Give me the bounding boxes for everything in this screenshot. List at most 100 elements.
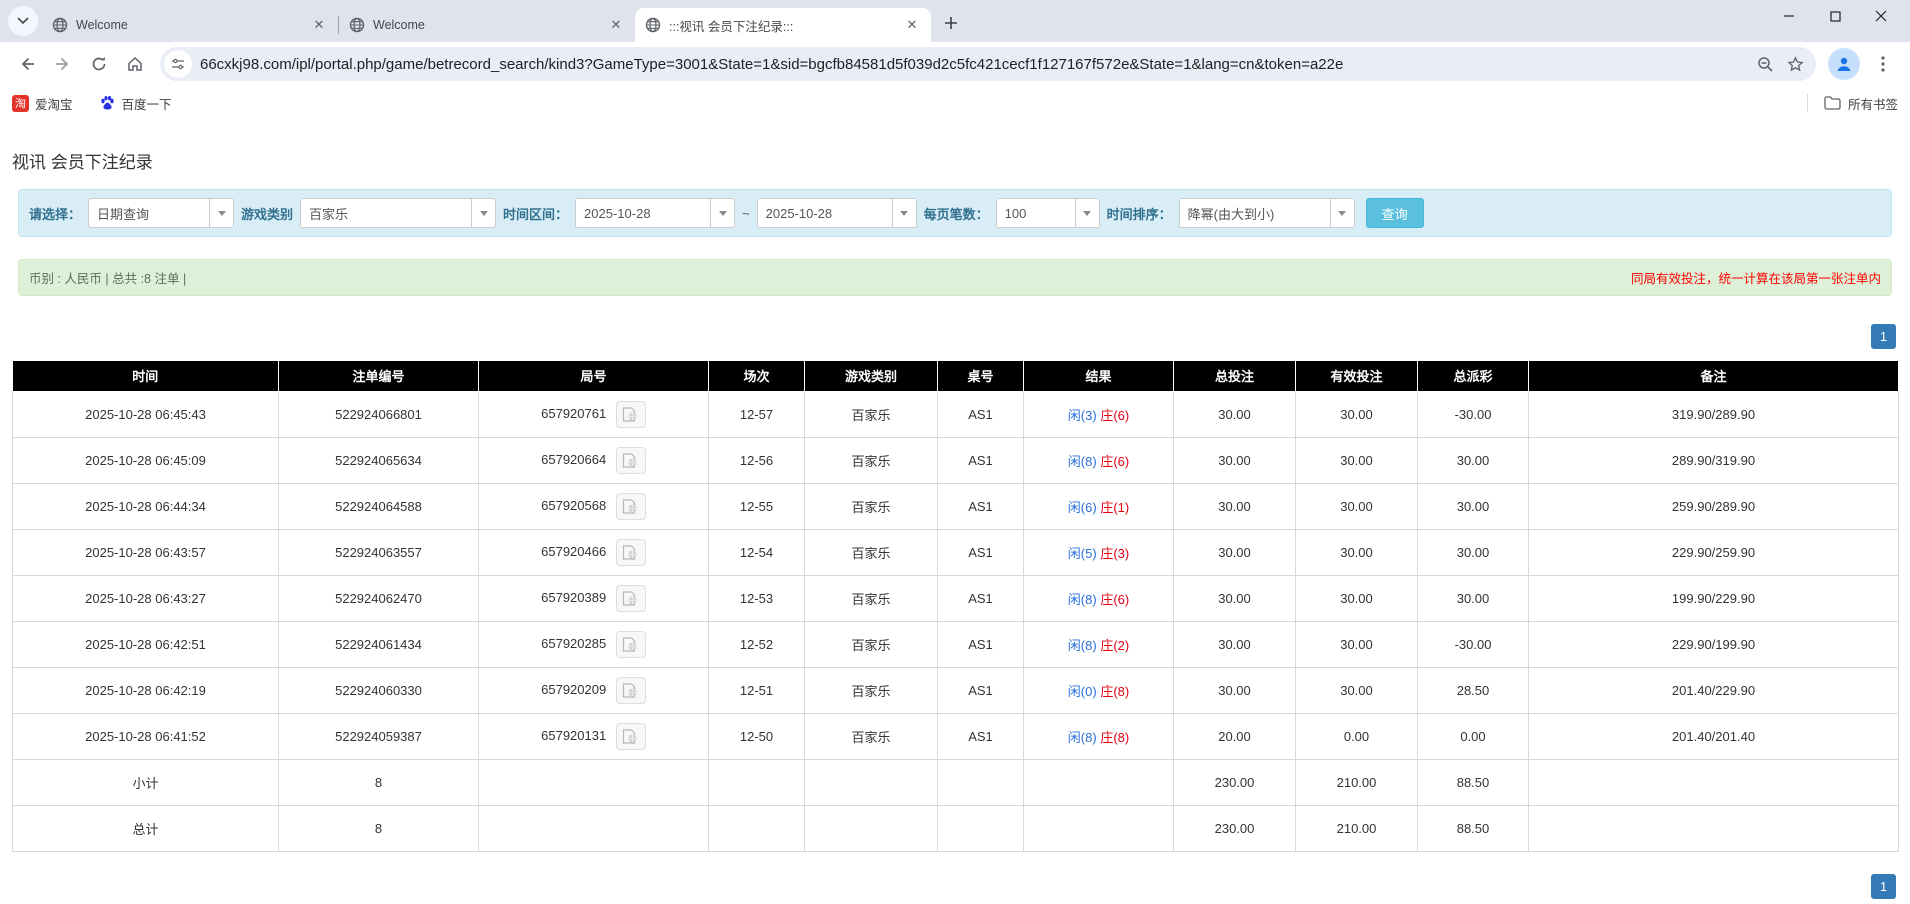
browser-tab[interactable]: Welcome ✕ [339, 8, 635, 42]
person-icon [1837, 57, 1851, 71]
cell-game-type: 百家乐 [804, 436, 938, 484]
new-tab-button[interactable] [937, 9, 965, 37]
cell-session: 12-50 [708, 712, 805, 760]
cell-round-id: 657920131 [478, 712, 709, 760]
bookmark-label: 百度一下 [121, 97, 172, 112]
tab-close-button[interactable]: ✕ [310, 16, 328, 34]
profile-avatar-button[interactable] [1828, 48, 1860, 80]
back-button[interactable] [10, 47, 44, 81]
column-header: 桌号 [937, 361, 1024, 392]
total-payout: 88.50 [1417, 804, 1529, 852]
pagination-bottom: 1 [0, 873, 1910, 899]
site-info-button[interactable] [164, 50, 192, 78]
page-number-button[interactable]: 1 [1871, 324, 1896, 349]
cell-bet-id: 522924059387 [278, 712, 479, 760]
address-bar[interactable]: 66cxkj98.com/ipl/portal.php/game/betreco… [160, 47, 1816, 81]
home-button[interactable] [118, 47, 152, 81]
cell-result: 闲(8) 庄(6) [1023, 436, 1174, 484]
kebab-menu-icon [1881, 56, 1885, 72]
cell-total-bet[interactable]: 20.00 [1173, 712, 1296, 760]
cell-session: 12-55 [708, 482, 805, 530]
result-player-text: 闲(8) [1067, 637, 1097, 653]
cell-game-type: 百家乐 [804, 620, 938, 668]
result-banker-text: 庄(6) [1100, 407, 1130, 423]
total-row: 总计 8 230.00 210.00 88.50 [12, 804, 1899, 852]
round-id-text: 657920761 [541, 405, 607, 421]
cell-bet-id: 522924066801 [278, 390, 479, 438]
video-replay-button[interactable] [615, 722, 646, 750]
cell-round-id: 657920285 [478, 620, 709, 668]
sort-select[interactable]: 降幂(由大到小) [1178, 198, 1355, 228]
reload-button[interactable] [82, 47, 116, 81]
cell-total-bet[interactable]: 30.00 [1173, 528, 1296, 576]
video-replay-button[interactable] [615, 492, 646, 520]
tab-list: Welcome ✕ Welcome ✕ :::视讯 会员下注纪录::: ✕ [42, 0, 931, 42]
cell-payout: -30.00 [1417, 620, 1529, 668]
cell-valid-bet: 0.00 [1295, 712, 1418, 760]
video-replay-button[interactable] [615, 584, 646, 612]
browser-toolbar: 66cxkj98.com/ipl/portal.php/game/betreco… [0, 42, 1910, 86]
game-type-select[interactable]: 百家乐 [300, 198, 497, 228]
browser-tab[interactable]: :::视讯 会员下注纪录::: ✕ [635, 8, 931, 42]
empty-cell [937, 758, 1024, 806]
cell-total-bet[interactable]: 30.00 [1173, 390, 1296, 438]
all-bookmarks-button[interactable]: 所有书签 [1824, 94, 1898, 113]
bookmark-taobao[interactable]: 淘 爱淘宝 [12, 94, 73, 113]
subtotal-label: 小计 [12, 758, 279, 806]
video-replay-icon [623, 636, 637, 652]
video-replay-button[interactable] [615, 446, 646, 474]
subtotal-count: 8 [278, 758, 479, 806]
bookmark-star-button[interactable] [1780, 49, 1810, 79]
cell-session: 12-52 [708, 620, 805, 668]
video-replay-button[interactable] [615, 400, 646, 428]
column-header: 总投注 [1173, 361, 1296, 392]
browser-tab[interactable]: Welcome ✕ [42, 8, 338, 42]
tab-search-button[interactable] [8, 6, 38, 36]
search-button[interactable]: 查询 [1365, 198, 1424, 228]
cell-total-bet[interactable]: 30.00 [1173, 620, 1296, 668]
column-header: 备注 [1528, 361, 1899, 392]
reload-icon [92, 56, 106, 71]
browser-menu-button[interactable] [1866, 47, 1900, 81]
minimize-icon [1784, 15, 1794, 17]
maximize-button[interactable] [1812, 0, 1858, 32]
cell-time: 2025-10-28 06:43:27 [12, 574, 279, 622]
cell-round-id: 657920664 [478, 436, 709, 484]
result-banker-text: 庄(8) [1100, 683, 1130, 699]
per-page-select[interactable]: 100 [995, 198, 1100, 228]
total-total-bet: 230.00 [1173, 804, 1296, 852]
cell-payout: 30.00 [1417, 436, 1529, 484]
video-replay-button[interactable] [615, 630, 646, 658]
cell-valid-bet: 30.00 [1295, 528, 1418, 576]
minimize-button[interactable] [1766, 0, 1812, 32]
cell-time: 2025-10-28 06:44:34 [12, 482, 279, 530]
video-replay-button[interactable] [615, 538, 646, 566]
date-from-select[interactable]: 2025-10-28 [575, 198, 736, 228]
page-number-button[interactable]: 1 [1871, 873, 1896, 899]
cell-bet-id: 522924062470 [278, 574, 479, 622]
query-type-select[interactable]: 日期查询 [88, 198, 235, 228]
result-banker-text: 庄(1) [1100, 499, 1130, 515]
video-replay-button[interactable] [615, 676, 646, 704]
url-text[interactable]: 66cxkj98.com/ipl/portal.php/game/betreco… [200, 56, 1750, 73]
tab-close-button[interactable]: ✕ [607, 16, 625, 34]
column-header: 局号 [478, 361, 709, 392]
cell-total-bet[interactable]: 30.00 [1173, 574, 1296, 622]
cell-total-bet[interactable]: 30.00 [1173, 482, 1296, 530]
cell-total-bet[interactable]: 30.00 [1173, 666, 1296, 714]
empty-cell [804, 758, 938, 806]
bookmark-label: 爱淘宝 [35, 97, 73, 112]
empty-cell [1528, 758, 1899, 806]
close-window-button[interactable] [1858, 0, 1904, 32]
bet-records-table: 时间 注单编号 局号 场次 游戏类别 桌号 结果 总投注 有效投注 总派彩 备注 2025-10-2… [12, 361, 1899, 852]
bookmark-baidu[interactable]: 百度一下 [99, 94, 172, 113]
zoom-level-button[interactable] [1750, 49, 1780, 79]
date-to-select[interactable]: 2025-10-28 [756, 198, 917, 228]
tab-close-button[interactable]: ✕ [903, 16, 921, 34]
forward-button[interactable] [46, 47, 80, 81]
video-replay-icon [623, 682, 637, 698]
cell-total-bet[interactable]: 30.00 [1173, 436, 1296, 484]
tab-strip: Welcome ✕ Welcome ✕ :::视讯 会员下注纪录::: ✕ [0, 0, 1910, 42]
cell-note: 199.90/229.90 [1528, 574, 1899, 622]
video-replay-icon [623, 728, 637, 744]
